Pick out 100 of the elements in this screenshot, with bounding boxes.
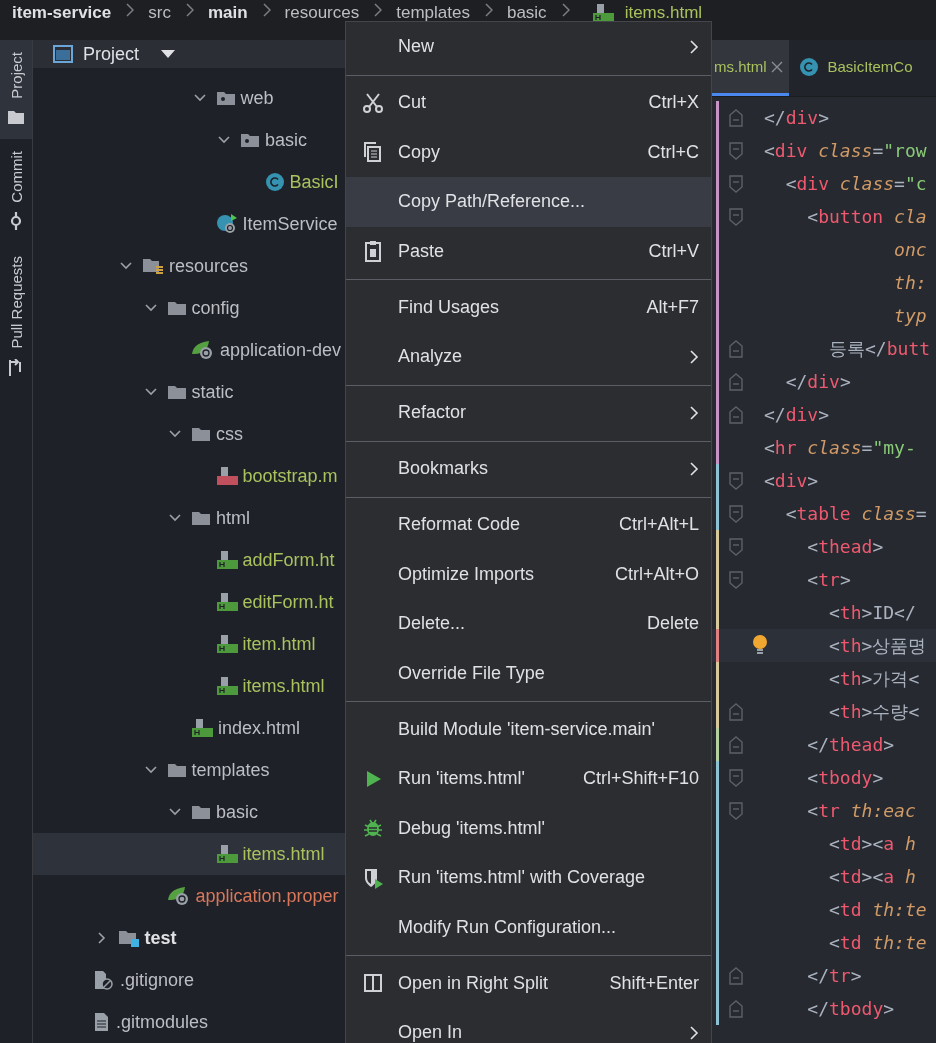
tree-row[interactable]: application-dev: [33, 329, 345, 371]
tree-row[interactable]: items.html: [33, 665, 345, 707]
tree-row[interactable]: .gitmodules: [33, 1001, 345, 1043]
fold-marker-icon[interactable]: [728, 766, 744, 789]
menu-item[interactable]: Delete... Delete: [346, 599, 711, 649]
menu-item[interactable]: Reformat Code Ctrl+Alt+L: [346, 500, 711, 550]
code-line: <td th:te: [828, 932, 927, 953]
menu-item[interactable]: Debug 'items.html': [346, 803, 711, 853]
breadcrumb-item[interactable]: src: [148, 3, 171, 23]
shortcut-label: Shift+Enter: [609, 972, 699, 994]
editor-tab[interactable]: BasicItemCo: [788, 40, 919, 96]
tree-row[interactable]: css: [33, 413, 345, 455]
spring-config-icon: [166, 886, 191, 906]
menu-item[interactable]: Run 'items.html' with Coverage: [346, 853, 711, 903]
tree-row[interactable]: resources: [33, 245, 345, 287]
menu-item[interactable]: Bookmarks: [346, 444, 711, 494]
menu-item[interactable]: Override File Type: [346, 648, 711, 698]
tree-row[interactable]: item.html: [33, 623, 345, 665]
tree-row[interactable]: items.html: [33, 833, 345, 875]
tree-label: static: [191, 381, 234, 403]
menu-item[interactable]: Find Usages Alt+F7: [346, 282, 711, 332]
html-file-icon: [215, 634, 238, 654]
menu-item[interactable]: Optimize Imports Ctrl+Alt+O: [346, 549, 711, 599]
tool-window-tab[interactable]: Pull Requests: [0, 244, 32, 391]
fold-marker-icon[interactable]: [728, 337, 744, 360]
fold-marker-icon[interactable]: [728, 370, 744, 393]
package-folder-icon: [240, 132, 260, 148]
breadcrumb-item[interactable]: resources: [284, 3, 360, 23]
tree-label: basic: [216, 801, 259, 823]
tree-row[interactable]: .gitignore: [33, 959, 345, 1001]
tree-row[interactable]: web: [33, 77, 345, 119]
fold-marker-icon[interactable]: [728, 997, 744, 1020]
tree-row[interactable]: html: [33, 497, 345, 539]
breadcrumb-item[interactable]: basic: [506, 3, 547, 23]
menu-item[interactable]: Run 'items.html' Ctrl+Shift+F10: [346, 754, 711, 804]
menu-item[interactable]: Open in Right Split Shift+Enter: [346, 958, 711, 1008]
tree-row[interactable]: config: [33, 287, 345, 329]
fold-marker-icon[interactable]: [728, 964, 744, 987]
test-folder-icon: [117, 929, 140, 947]
breadcrumb-item[interactable]: templates: [396, 3, 470, 23]
fold-marker-icon[interactable]: [728, 568, 744, 591]
tree-label: bootstrap.m: [242, 465, 338, 487]
code-line: <div>: [764, 470, 819, 491]
fold-marker-icon[interactable]: [728, 700, 744, 723]
tree-row[interactable]: templates: [33, 749, 345, 791]
tree-label: resources: [169, 255, 249, 277]
dropdown-caret-icon[interactable]: [161, 50, 176, 58]
fold-marker-icon[interactable]: [728, 502, 744, 525]
breadcrumb-item[interactable]: main: [207, 3, 248, 23]
tree-row[interactable]: BasicI: [33, 161, 345, 203]
menu-item[interactable]: Open In: [346, 1008, 711, 1043]
fold-marker-icon[interactable]: [728, 799, 744, 822]
menu-item[interactable]: Modify Run Configuration...: [346, 902, 711, 952]
menu-item[interactable]: New: [346, 22, 711, 72]
tree-row[interactable]: bootstrap.m: [33, 455, 345, 497]
split-view-icon: [362, 972, 384, 995]
fold-marker-icon[interactable]: [728, 106, 744, 129]
breadcrumb-item[interactable]: items.html: [624, 3, 703, 23]
tree-label: application-dev: [220, 339, 342, 361]
tree-row[interactable]: application.proper: [33, 875, 345, 917]
fold-marker-icon[interactable]: [728, 172, 744, 195]
tree-row[interactable]: ItemService: [33, 203, 345, 245]
class-icon: [798, 56, 819, 77]
close-icon[interactable]: [770, 60, 783, 73]
fold-marker-icon[interactable]: [728, 733, 744, 756]
shortcut-label: Ctrl+Alt+L: [618, 514, 699, 536]
fold-marker-icon[interactable]: [728, 535, 744, 558]
folder-icon: [191, 510, 211, 526]
code-line: <th>ID</: [828, 602, 916, 623]
menu-item[interactable]: Build Module 'item-service.main': [346, 704, 711, 754]
menu-item[interactable]: Paste Ctrl+V: [346, 226, 711, 276]
panel-title: Project: [83, 43, 140, 65]
tree-row[interactable]: addForm.ht: [33, 539, 345, 581]
menu-item[interactable]: Analyze: [346, 332, 711, 382]
fold-marker-icon[interactable]: [728, 403, 744, 426]
menu-item[interactable]: Copy Ctrl+C: [346, 127, 711, 177]
menu-item[interactable]: Cut Ctrl+X: [346, 78, 711, 128]
tree-row[interactable]: basic: [33, 791, 345, 833]
folder-icon: [7, 108, 25, 125]
tree-row[interactable]: editForm.ht: [33, 581, 345, 623]
fold-marker-icon[interactable]: [728, 139, 744, 162]
menu-item[interactable]: Refactor: [346, 388, 711, 438]
fold-marker-icon[interactable]: [728, 469, 744, 492]
tree-label: test: [144, 927, 177, 949]
tree-row[interactable]: index.html: [33, 707, 345, 749]
editor-tab[interactable]: ms.html: [712, 40, 789, 96]
tree-row[interactable]: static: [33, 371, 345, 413]
tree-row[interactable]: test: [33, 917, 345, 959]
shortcut-label: Ctrl+Alt+O: [614, 563, 699, 585]
tree-label: addForm.ht: [242, 549, 335, 571]
code-line: <th>상품명: [828, 633, 927, 658]
menu-item[interactable]: Copy Path/Reference...: [346, 177, 711, 227]
lightbulb-icon[interactable]: [752, 634, 768, 656]
tree-row[interactable]: basic: [33, 119, 345, 161]
breadcrumb-item[interactable]: item-service: [12, 3, 112, 23]
tool-window-tab[interactable]: Commit: [0, 138, 32, 245]
folder-icon: [191, 804, 211, 820]
folder-icon: [191, 426, 211, 442]
fold-marker-icon[interactable]: [728, 205, 744, 228]
tool-window-tab[interactable]: Project: [0, 40, 32, 139]
